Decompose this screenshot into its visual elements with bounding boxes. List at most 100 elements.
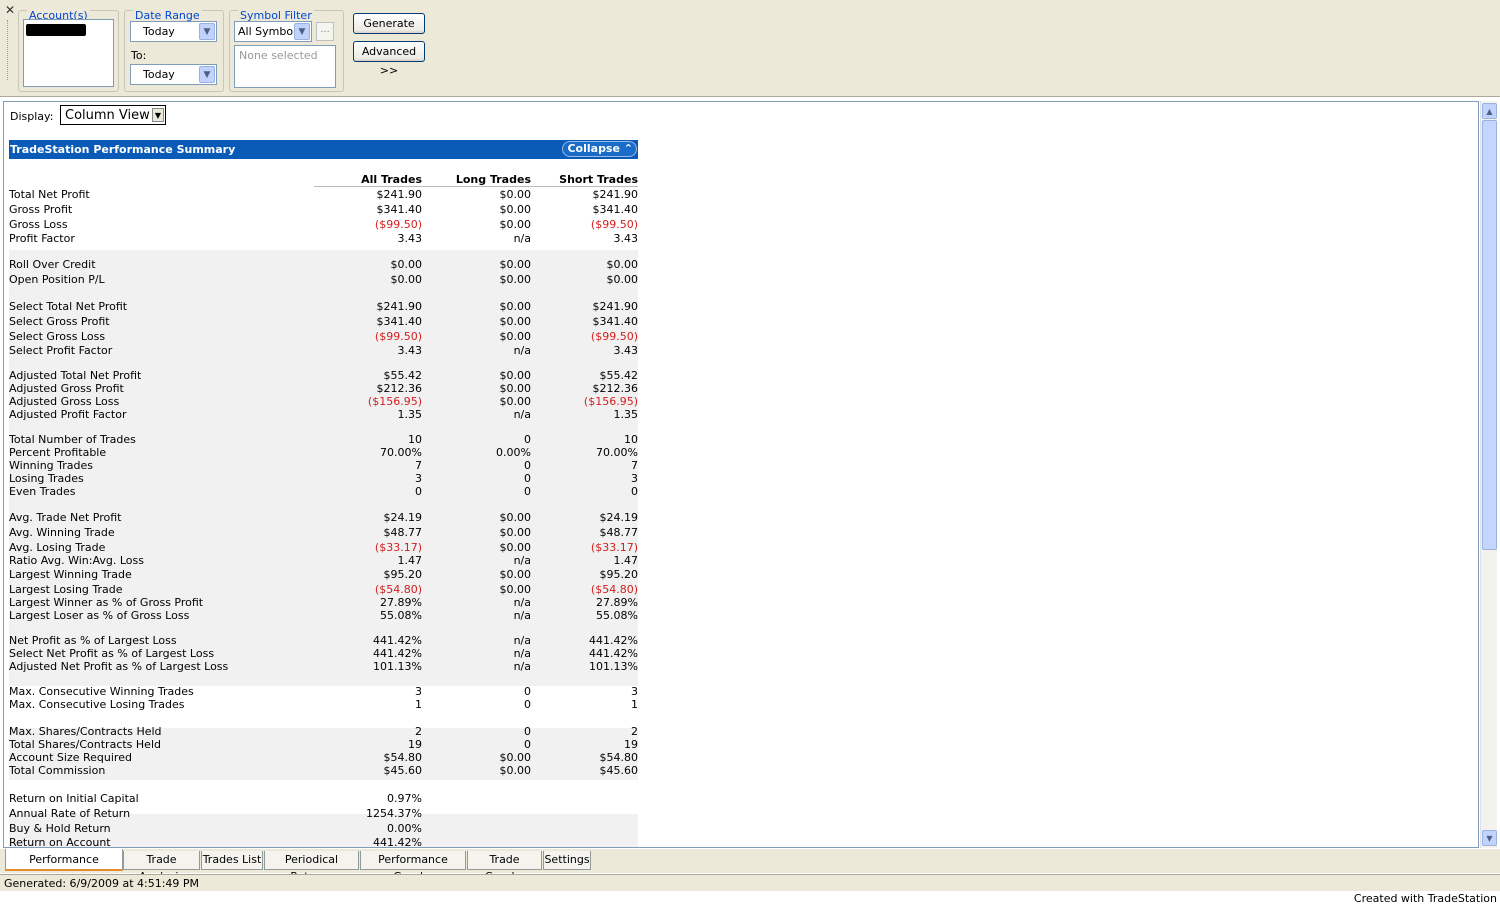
table-row: Total Commission $45.60 $0.00 $45.60 — [9, 764, 638, 777]
value-all-trades: $241.90 — [376, 188, 423, 201]
value-short-trades: ($99.50) — [590, 330, 638, 343]
generated-status: Generated: 6/9/2009 at 4:51:49 PM — [4, 877, 200, 890]
value-short-trades: 1 — [631, 698, 638, 711]
header-rule — [314, 186, 638, 187]
col-header-all: All Trades — [361, 173, 422, 186]
table-row: Total Number of Trades 10 0 10 — [9, 433, 638, 446]
value-long-trades: $0.00 — [499, 315, 532, 328]
value-all-trades: 3.43 — [397, 232, 423, 245]
row-label: Select Profit Factor — [9, 344, 113, 357]
table-row: Open Position P/L $0.00 $0.00 $0.00 — [9, 273, 638, 286]
value-all-trades: 0 — [415, 485, 422, 498]
value-long-trades: $0.00 — [499, 583, 532, 596]
symbols-placeholder: None selected — [239, 49, 318, 62]
toolbar-grip[interactable] — [7, 20, 12, 80]
vertical-scrollbar[interactable]: ▲ ▼ — [1480, 101, 1497, 848]
symbol-select[interactable]: All Symbols ▼ — [234, 21, 312, 42]
chevron-down-icon[interactable]: ▼ — [294, 23, 310, 40]
symbol-browse-button[interactable]: ... — [316, 22, 334, 41]
value-all-trades: 27.89% — [380, 596, 422, 609]
value-all-trades: $24.19 — [383, 511, 423, 524]
symbols-listbox[interactable]: None selected — [234, 45, 336, 88]
toolbar: ✕ Account(s) Date Range Today ▼ To: Toda… — [0, 0, 1500, 97]
row-label: Max. Consecutive Losing Trades — [9, 698, 185, 711]
display-select[interactable]: Column View ▼ — [60, 105, 166, 125]
tab-periodical-returns[interactable]: Periodical Returns — [264, 851, 359, 883]
value-long-trades: n/a — [513, 232, 531, 245]
value-short-trades: $212.36 — [592, 382, 639, 395]
value-long-trades: $0.00 — [499, 258, 532, 271]
row-label: Gross Profit — [9, 203, 73, 216]
scroll-thumb[interactable] — [1482, 120, 1497, 550]
table-row: Select Net Profit as % of Largest Loss 44… — [9, 647, 638, 660]
close-icon[interactable]: ✕ — [5, 4, 15, 16]
value-short-trades: $0.00 — [606, 258, 639, 271]
row-label: Losing Trades — [9, 472, 84, 485]
tab-performance-graphs[interactable]: Performance Graphs — [360, 851, 466, 883]
table-row: Losing Trades 3 0 3 — [9, 472, 638, 485]
value-long-trades: $0.00 — [499, 382, 532, 395]
value-all-trades: 3 — [415, 685, 422, 698]
value-long-trades: $0.00 — [499, 330, 532, 343]
value-short-trades: 70.00% — [596, 446, 638, 459]
chevron-down-icon[interactable]: ▼ — [152, 108, 164, 122]
table-row: Max. Shares/Contracts Held 2 0 2 — [9, 725, 638, 738]
value-short-trades: 3 — [631, 685, 638, 698]
value-long-trades: $0.00 — [499, 300, 532, 313]
value-long-trades: 0 — [524, 472, 531, 485]
tab-trade-analysis[interactable]: Trade Analysis — [123, 851, 200, 883]
row-label: Percent Profitable — [9, 446, 107, 459]
date-to-select[interactable]: Today ▼ — [130, 64, 217, 85]
row-label: Avg. Winning Trade — [9, 526, 115, 539]
table-row: Largest Losing Trade ($54.80) $0.00 ($54.80… — [9, 583, 638, 596]
value-all-trades: $341.40 — [376, 315, 423, 328]
tab-trade-graphs[interactable]: Trade Graphs — [467, 851, 542, 883]
table-row: Select Gross Loss ($99.50) $0.00 ($99.50) — [9, 330, 638, 343]
value-all-trades: 1.47 — [397, 554, 423, 567]
table-row: Profit Factor 3.43 n/a 3.43 — [9, 232, 638, 245]
table-row: Largest Winning Trade $95.20 $0.00 $95.20 — [9, 568, 638, 581]
table-row: Select Gross Profit $341.40 $0.00 $341.40 — [9, 315, 638, 328]
table-row: Roll Over Credit $0.00 $0.00 $0.00 — [9, 258, 638, 271]
value-short-trades: $341.40 — [592, 203, 639, 216]
tab-settings[interactable]: Settings — [543, 851, 591, 870]
row-label: Return on Account — [9, 836, 111, 848]
value-short-trades: 0 — [631, 485, 638, 498]
value-all-trades: 2 — [415, 725, 422, 738]
arrow-up-icon[interactable]: ▲ — [1482, 103, 1497, 119]
value-all-trades: 441.42% — [373, 634, 422, 647]
chevron-down-icon[interactable]: ▼ — [199, 66, 215, 83]
table-row: Select Profit Factor 3.43 n/a 3.43 — [9, 344, 638, 357]
value-all-trades: $0.00 — [390, 258, 423, 271]
value-all-trades: $341.40 — [376, 203, 423, 216]
value-short-trades: ($99.50) — [590, 218, 638, 231]
value-all-trades: ($33.17) — [374, 541, 422, 554]
arrow-down-icon[interactable]: ▼ — [1482, 830, 1497, 846]
value-all-trades: 70.00% — [380, 446, 422, 459]
generate-button[interactable]: Generate — [353, 13, 425, 34]
table-row: Percent Profitable 70.00% 0.00% 70.00% — [9, 446, 638, 459]
chevron-down-icon[interactable]: ▼ — [199, 23, 215, 40]
date-from-select[interactable]: Today ▼ — [130, 21, 217, 42]
value-long-trades: n/a — [513, 554, 531, 567]
tab-performance-summary[interactable]: Performance Summary — [5, 849, 123, 887]
value-all-trades: $212.36 — [376, 382, 423, 395]
table-row: Ratio Avg. Win:Avg. Loss 1.47 n/a 1.47 — [9, 554, 638, 567]
value-long-trades: $0.00 — [499, 395, 532, 408]
value-all-trades: 19 — [408, 738, 422, 751]
value-all-trades: $241.90 — [376, 300, 423, 313]
advanced-button[interactable]: Advanced >> — [353, 41, 425, 77]
table-row: Total Net Profit $241.90 $0.00 $241.90 — [9, 188, 638, 201]
table-row: Winning Trades 7 0 7 — [9, 459, 638, 472]
collapse-button[interactable]: Collapse ⌃ — [562, 141, 637, 157]
value-all-trades: ($54.80) — [374, 583, 422, 596]
date-to-value: Today — [143, 68, 175, 81]
table-row: Adjusted Gross Profit $212.36 $0.00 $212.36 — [9, 382, 638, 395]
report-pane: Display: Column View ▼ TradeStation Perf… — [3, 101, 1479, 848]
redacted-account — [26, 24, 86, 36]
table-row: Adjusted Net Profit as % of Largest Loss… — [9, 660, 638, 673]
value-all-trades: 1254.37% — [366, 807, 422, 820]
row-label: Adjusted Total Net Profit — [9, 369, 142, 382]
tab-trades-list[interactable]: Trades List — [201, 851, 263, 870]
value-all-trades: 1.35 — [397, 408, 423, 421]
